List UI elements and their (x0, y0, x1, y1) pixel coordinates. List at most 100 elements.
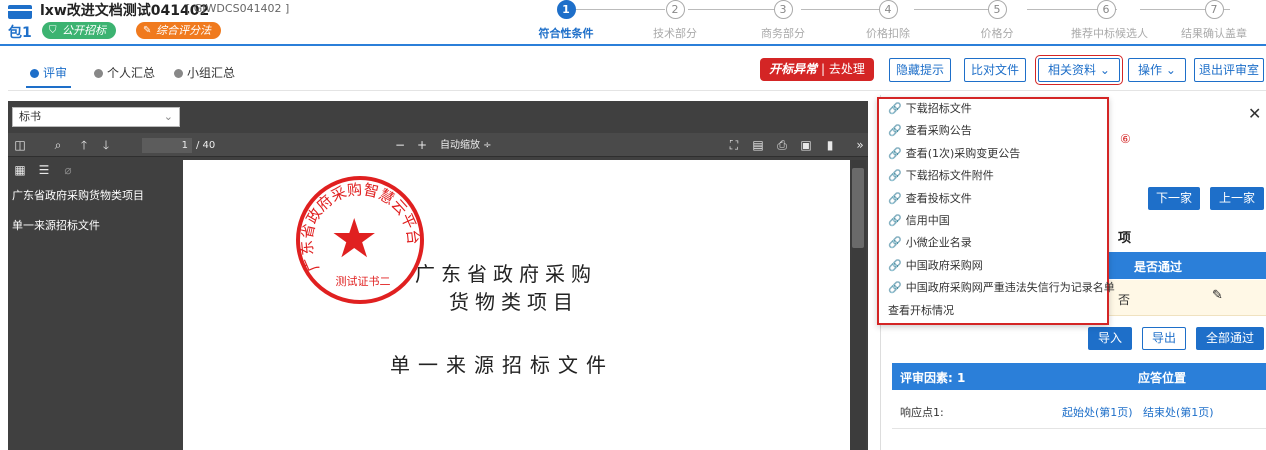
outline-item[interactable]: 广东省政府采购货物类项目 (12, 190, 170, 202)
shield-icon: ⛉ (49, 25, 57, 36)
search-icon[interactable]: ⌕ (50, 137, 66, 153)
zoom-select[interactable]: 自动缩放 ÷ (440, 138, 492, 153)
link-icon: 🔗 (888, 124, 902, 137)
step-number: 1 (556, 0, 576, 19)
answer-position-label: 应答位置 (1138, 371, 1187, 385)
doc-heading-line1: 广东省政府采购 (415, 262, 597, 286)
menu-item-view-change-notice[interactable]: 🔗 查看(1次)采购变更公告 (888, 143, 1020, 165)
opening-anomaly-button[interactable]: 开标异常 | 去处理 (760, 58, 874, 81)
page-total: / 40 (196, 140, 216, 151)
attachments-icon[interactable]: ⌀ (60, 162, 76, 178)
step-number: 7 (1204, 0, 1224, 19)
open-tender-label: 公开招标 (62, 24, 106, 37)
row-divider (892, 428, 1266, 429)
tab-label: 小组汇总 (187, 66, 236, 80)
menu-item-label: 中国政府采购网严重违法失信行为记录名单 (905, 281, 1115, 294)
tab-group-summary[interactable]: 小组汇总 (174, 58, 235, 88)
thumbnails-icon[interactable]: ▦ (12, 162, 28, 178)
menu-item-label: 查看投标文件 (905, 192, 972, 205)
menu-item-label: 信用中国 (905, 214, 950, 227)
step-label: 价格分 (980, 27, 1014, 40)
menu-item-sme-directory[interactable]: 🔗 小微企业名录 (888, 232, 972, 254)
chevron-down-icon: ⌄ (1165, 63, 1176, 77)
outline-item[interactable]: 单一来源招标文件 (12, 220, 170, 232)
import-button[interactable]: 导入 (1088, 327, 1132, 350)
dot-icon (94, 69, 103, 78)
seal-subtitle: 测试证书二 (335, 275, 391, 288)
menu-item-view-bid[interactable]: 🔗 查看投标文件 (888, 188, 972, 210)
step-number: 5 (987, 0, 1007, 19)
menu-item-download-tender[interactable]: 🔗 下载招标文件 (888, 98, 972, 120)
start-position-link[interactable]: 起始处(第1页) (1062, 404, 1133, 420)
zoom-out-icon[interactable]: − (392, 137, 408, 153)
page-number-input[interactable]: 1 (142, 138, 192, 153)
prev-bidder-button[interactable]: 上一家 (1210, 187, 1264, 210)
step-compliance[interactable]: 1 符合性条件 (531, 0, 601, 41)
open-file-icon[interactable]: ▤ (750, 137, 766, 153)
step-recommend[interactable]: 6 推荐中标候选人 (1071, 0, 1148, 41)
operate-button[interactable]: 操作 ⌄ (1128, 58, 1186, 82)
presentation-icon[interactable]: ⛶ (726, 137, 742, 153)
pass-all-button[interactable]: 全部通过 (1196, 327, 1264, 350)
step-confirm[interactable]: 7 结果确认盖章 (1179, 0, 1249, 41)
more-tools-icon[interactable]: » (852, 137, 868, 153)
step-label: 商务部分 (761, 27, 805, 40)
prev-page-icon[interactable]: 🡑 (76, 137, 92, 153)
edit-icon[interactable]: ✎ (1212, 288, 1223, 303)
menu-item-label: 查看开标情况 (888, 304, 954, 317)
print-icon[interactable]: ⎙ (774, 137, 790, 153)
step-label: 技术部分 (653, 27, 697, 40)
tab-personal-summary[interactable]: 个人汇总 (94, 58, 155, 88)
link-icon: 🔗 (888, 259, 902, 272)
related-materials-button[interactable]: 相关资料 ⌄ (1035, 55, 1123, 85)
doc-heading-line2: 货物类项目 (449, 290, 579, 314)
menu-item-view-opening[interactable]: 查看开标情况 (888, 300, 954, 322)
exit-review-button[interactable]: 退出评审室 (1194, 58, 1264, 82)
step-price-deduction[interactable]: 4 价格扣除 (853, 0, 923, 41)
related-materials-label: 相关资料 (1048, 63, 1097, 77)
link-icon: 🔗 (888, 102, 902, 115)
zoom-in-icon[interactable]: + (414, 137, 430, 153)
pen-icon: ✎ (143, 25, 152, 36)
compare-files-button[interactable]: 比对文件 (964, 58, 1026, 82)
step-number: 4 (878, 0, 898, 19)
step-business[interactable]: 3 商务部分 (748, 0, 818, 41)
document-select[interactable]: 标书 ⌄ (12, 107, 180, 127)
package-label: 包1 (8, 25, 32, 41)
tab-review[interactable]: 评审 (26, 58, 72, 88)
step-price-score[interactable]: 5 价格分 (962, 0, 1032, 41)
section-title: 项 (1118, 231, 1132, 246)
step-number: 3 (773, 0, 793, 19)
next-page-icon[interactable]: 🡓 (98, 137, 114, 153)
link-icon: 🔗 (888, 169, 902, 182)
step-label: 结果确认盖章 (1181, 27, 1247, 40)
menu-item-ccgp[interactable]: 🔗 中国政府采购网 (888, 255, 983, 277)
pass-value: 否 (1118, 293, 1131, 307)
end-position-link[interactable]: 结束处(第1页) (1143, 404, 1214, 420)
open-tender-badge: ⛉ 公开招标 (42, 22, 116, 39)
close-icon[interactable]: ✕ (1248, 104, 1261, 123)
doc-heading-line3: 单一来源招标文件 (390, 353, 614, 377)
step-technical[interactable]: 2 技术部分 (640, 0, 710, 41)
link-icon: 🔗 (888, 147, 902, 160)
outline-icon[interactable]: ☰ (36, 162, 52, 178)
scrollbar-thumb[interactable] (852, 168, 864, 248)
dot-icon (30, 69, 39, 78)
bookmark-icon[interactable]: ▮ (822, 137, 838, 153)
link-icon: 🔗 (888, 281, 902, 294)
chevron-down-icon: ⌄ (1099, 63, 1110, 77)
menu-item-credit-china[interactable]: 🔗 信用中国 (888, 210, 950, 232)
hide-hint-button[interactable]: 隐藏提示 (889, 58, 951, 82)
menu-item-ccgp-blacklist[interactable]: 🔗 中国政府采购网严重违法失信行为记录名单 (888, 277, 1115, 299)
sidebar-toggle-icon[interactable]: ◫ (12, 137, 28, 153)
export-button[interactable]: 导出 (1142, 327, 1186, 350)
star-icon: ★ (330, 207, 379, 270)
link-icon: 🔗 (888, 192, 902, 205)
menu-item-download-attachments[interactable]: 🔗 下载招标文件附件 (888, 165, 994, 187)
chevron-down-icon: ⌄ (163, 110, 173, 123)
menu-item-view-notice[interactable]: 🔗 查看采购公告 (888, 120, 972, 142)
annotation-marker: ⑥ (1120, 132, 1131, 146)
download-icon[interactable]: ▣ (798, 137, 814, 153)
step-number: 2 (665, 0, 685, 19)
next-bidder-button[interactable]: 下一家 (1148, 187, 1200, 210)
